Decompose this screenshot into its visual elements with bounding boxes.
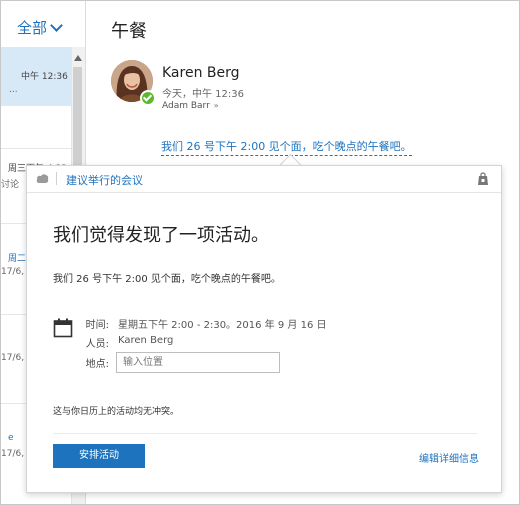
list-item[interactable] [1, 106, 71, 149]
message-subject: 午餐 [111, 21, 147, 42]
list-item-time: 中午 12:36 [21, 72, 68, 82]
recipient-name: Adam Barr [162, 101, 210, 111]
sender-name[interactable]: Karen Berg [162, 65, 240, 81]
calendar-icon [53, 318, 73, 338]
list-item-preview: 17/6, [1, 353, 25, 363]
suggested-meeting-link[interactable]: 我们 26 号下午 2:00 见个面，吃个晚点的午餐吧。 [161, 138, 412, 156]
location-label: 地点: [85, 359, 109, 370]
list-item[interactable]: 中午 12:36 ... [1, 47, 71, 106]
addin-icon [36, 174, 49, 183]
scroll-up-icon[interactable] [74, 55, 82, 61]
time-value: 星期五下午 2:00 - 2:30。2016 年 9 月 16 日 [118, 320, 327, 331]
list-item-preview: 讨论 [1, 180, 20, 190]
list-item-preview: ... [9, 85, 18, 95]
people-value: Karen Berg [118, 335, 174, 346]
edit-details-link[interactable]: 编辑详细信息 [419, 450, 479, 465]
card-title: 我们觉得发现了一项活动。 [53, 225, 269, 246]
store-icon[interactable] [477, 172, 489, 186]
list-item-preview: 17/6, [1, 449, 25, 459]
list-item-time: 周二 [8, 254, 27, 264]
header-divider [56, 172, 57, 185]
sent-time: 今天，中午 12:36 [162, 89, 244, 100]
filter-label: 全部 [17, 19, 48, 37]
filter-dropdown[interactable]: 全部 [17, 17, 63, 38]
conflict-text: 这与你日历上的活动均无冲突。 [53, 407, 180, 417]
time-label: 时间: [85, 320, 109, 331]
card-tab-label[interactable]: 建议举行的会议 [66, 172, 143, 188]
chevron-down-icon [50, 19, 63, 32]
card-header: 建议举行的会议 [27, 166, 501, 193]
schedule-event-button[interactable]: 安排活动 [53, 444, 145, 468]
location-input[interactable] [116, 352, 280, 373]
people-label: 人员: [85, 339, 109, 350]
card-divider [53, 433, 477, 434]
presence-check-icon [140, 90, 156, 106]
double-chevron-down-icon: » [213, 101, 219, 110]
list-item-time: e [8, 433, 14, 443]
window: 全部 中午 12:36 ... 周三下午 4:32 讨论 周二 17/6, 17… [0, 0, 520, 505]
list-item-preview: 17/6, [1, 267, 25, 277]
card-quote: 我们 26 号下午 2:00 见个面，吃个晚点的午餐吧。 [53, 274, 281, 285]
suggested-meeting-card: 建议举行的会议 我们觉得发现了一项活动。 我们 26 号下午 2:00 见个面，… [26, 165, 502, 493]
recipients[interactable]: Adam Barr» [162, 101, 219, 111]
